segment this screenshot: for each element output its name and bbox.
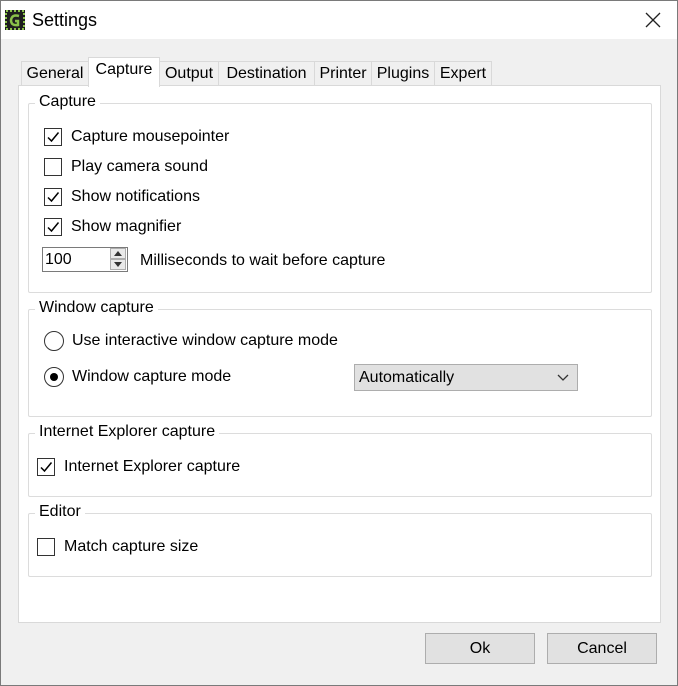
checkbox-label: Match capture size	[64, 538, 199, 555]
tab-label: Output	[164, 65, 214, 82]
window-title: Settings	[32, 10, 98, 30]
checkbox-label: Show notifications	[71, 188, 200, 205]
close-icon	[645, 12, 661, 28]
checkmark-icon	[47, 192, 60, 203]
cancel-button[interactable]: Cancel	[547, 633, 657, 664]
ok-button[interactable]: Ok	[425, 633, 535, 664]
greenshot-icon	[5, 10, 25, 30]
radio-button[interactable]	[44, 367, 64, 387]
chevron-down-icon	[557, 374, 569, 381]
play-camera-sound-checkbox[interactable]: Play camera sound	[44, 158, 208, 176]
select-value: Automatically	[359, 369, 455, 386]
window-capture-group: Window capture	[28, 299, 652, 417]
tab-label: General	[26, 65, 84, 82]
checkbox[interactable]	[37, 538, 55, 556]
tab-expert[interactable]: Expert	[434, 61, 492, 86]
interactive-window-capture-radio[interactable]: Use interactive window capture mode	[44, 331, 338, 351]
wait-milliseconds-label: Milliseconds to wait before capture	[140, 252, 386, 269]
arrow-up-icon	[114, 251, 122, 256]
arrow-down-icon	[114, 262, 122, 267]
radio-button[interactable]	[44, 331, 64, 351]
checkmark-icon	[47, 132, 60, 143]
checkbox[interactable]	[44, 188, 62, 206]
wait-milliseconds-stepper[interactable]	[42, 247, 128, 272]
show-magnifier-checkbox[interactable]: Show magnifier	[44, 218, 181, 236]
close-button[interactable]	[629, 1, 677, 39]
tab-plugins[interactable]: Plugins	[371, 61, 435, 86]
checkbox-label: Show magnifier	[71, 218, 182, 235]
checkbox[interactable]	[44, 218, 62, 236]
radio-label: Window capture mode	[72, 368, 232, 385]
radio-label: Use interactive window capture mode	[72, 332, 338, 349]
checkbox[interactable]	[37, 458, 55, 476]
tab-capture[interactable]: Capture	[88, 57, 160, 87]
group-title: Editor	[35, 503, 85, 521]
checkmark-icon	[47, 222, 60, 233]
checkbox-label: Capture mousepointer	[71, 128, 230, 145]
checkbox[interactable]	[44, 158, 62, 176]
settings-window: Settings General Capture Output Destinat…	[0, 0, 678, 686]
window-capture-mode-radio[interactable]: Window capture mode	[44, 367, 231, 387]
checkmark-icon	[40, 462, 53, 473]
tab-destination[interactable]: Destination	[218, 61, 315, 86]
capture-mousepointer-checkbox[interactable]: Capture mousepointer	[44, 128, 229, 146]
wait-milliseconds-input[interactable]	[45, 250, 107, 269]
group-title: Internet Explorer capture	[35, 423, 220, 441]
tab-general[interactable]: General	[21, 61, 89, 86]
tab-label: Plugins	[376, 65, 430, 82]
match-capture-size-checkbox[interactable]: Match capture size	[37, 538, 198, 556]
tab-output[interactable]: Output	[159, 61, 219, 86]
group-title: Window capture	[35, 299, 158, 317]
group-title: Capture	[35, 93, 100, 111]
tab-label: Destination	[226, 65, 307, 82]
spin-down-button[interactable]	[110, 259, 126, 270]
tab-label: Printer	[319, 65, 367, 82]
checkbox-label: Internet Explorer capture	[64, 458, 241, 475]
tab-printer[interactable]: Printer	[314, 61, 372, 86]
title-bar: Settings	[1, 1, 677, 39]
checkbox[interactable]	[44, 128, 62, 146]
window-capture-mode-select[interactable]: Automatically	[354, 364, 578, 391]
checkbox-label: Play camera sound	[71, 158, 208, 175]
ie-capture-checkbox[interactable]: Internet Explorer capture	[37, 458, 240, 476]
spin-up-button[interactable]	[110, 248, 126, 259]
tab-label: Capture	[95, 61, 153, 78]
tab-label: Expert	[439, 65, 487, 82]
show-notifications-checkbox[interactable]: Show notifications	[44, 188, 200, 206]
